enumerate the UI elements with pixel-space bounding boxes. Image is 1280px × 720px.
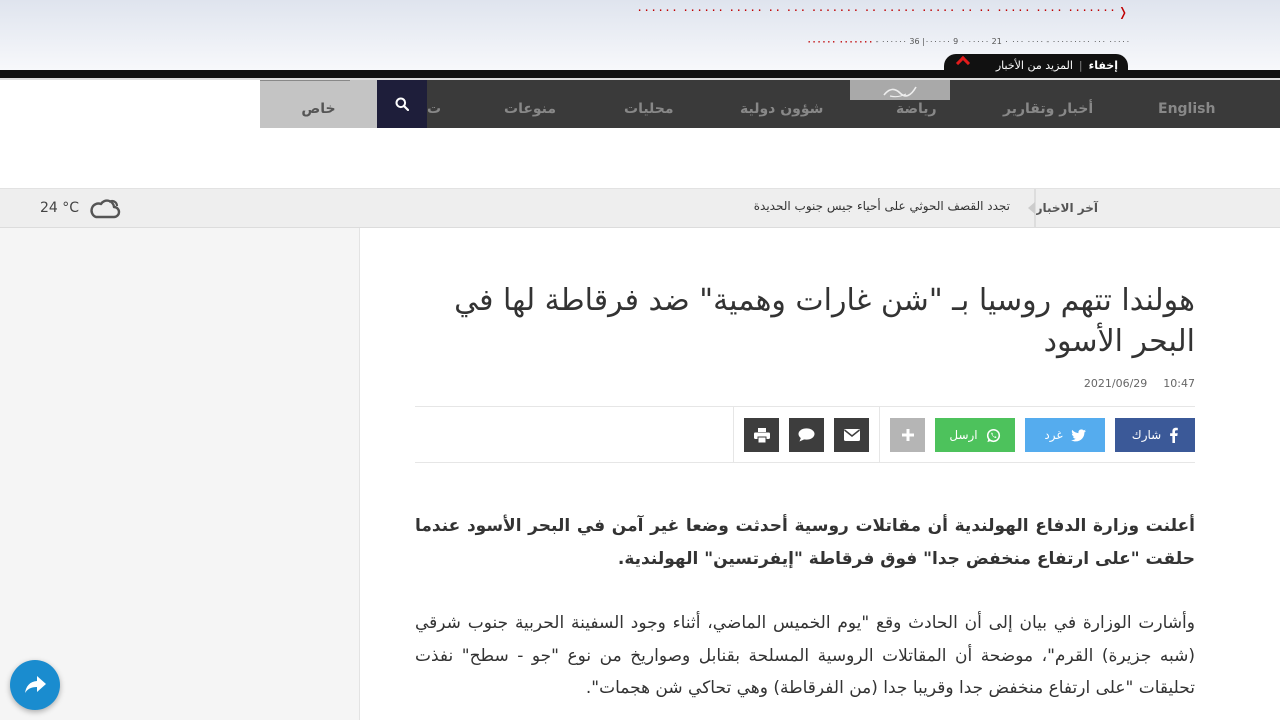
search-button[interactable]: [377, 80, 427, 128]
email-button[interactable]: [834, 418, 869, 452]
comment-icon: [798, 428, 815, 442]
ticker-label: آخر الاخبار: [1035, 201, 1098, 215]
article-date: 2021/06/29: [1083, 377, 1148, 390]
share-separator: [733, 407, 734, 462]
cloud-icon: [90, 199, 121, 219]
share-bar: شارك غرد ارسل: [415, 406, 1195, 463]
breaking-meta: ٠٠٠٠٠ ٠٠٠ ٠٠٠٠٠٠٠٠٠ - ٠٠٠٠ ٠٠٠ ٠ 21 ٠٠٠٠…: [570, 37, 1130, 46]
twitter-share-button[interactable]: غرد: [1025, 418, 1105, 452]
article-title: هولندا تتهم روسيا بـ "شن غارات وهمية" ضد…: [454, 283, 1195, 359]
ticker-headline[interactable]: تجدد القصف الحوثي على أحياء جيس جنوب الح…: [754, 189, 1010, 227]
search-icon: [395, 97, 409, 111]
nav-item-misc[interactable]: منوعات: [504, 80, 556, 128]
breaking-headline[interactable]: ❬ ٠٠٠٠٠٠٠ ٠٠٠٠ ٠٠٠٠٠ ٠٠ ٠٠ ٠٠٠٠٠ ٠٠٠٠٠ ٠…: [596, 3, 1128, 19]
article-lead-paragraph: أعلنت وزارة الدفاع الهولندية أن مقاتلات …: [415, 516, 1195, 569]
nav-top-lines: [260, 80, 350, 82]
whatsapp-share-label: ارسل: [949, 428, 978, 442]
nav-item-english[interactable]: English: [1158, 80, 1215, 128]
chevron-left-icon: ❬: [1117, 5, 1128, 19]
printer-icon: [753, 427, 770, 443]
sidebar: [0, 228, 360, 720]
envelope-icon: [843, 429, 860, 441]
share-separator: [879, 407, 880, 462]
news-ticker: آخر الاخبار تجدد القصف الحوثي على أحياء …: [0, 188, 1280, 228]
nav-item-special[interactable]: خاص: [260, 80, 377, 128]
weather-widget: 24 °C: [40, 196, 121, 220]
article-meta: 2021/06/29 10:47: [1084, 377, 1195, 390]
nav-item-international[interactable]: شؤون دولية: [740, 80, 823, 128]
nav-item-local[interactable]: محليات: [624, 80, 674, 128]
share-arrow-icon: [25, 676, 46, 693]
breaking-headline-text: ٠٠٠٠٠٠٠ ٠٠٠٠ ٠٠٠٠٠ ٠٠ ٠٠ ٠٠٠٠٠ ٠٠٠٠٠ ٠٠ …: [636, 3, 1116, 18]
twitter-share-label: غرد: [1044, 428, 1063, 442]
nav-item-special-label[interactable]: خاص: [301, 101, 335, 117]
nav-item-news-reports[interactable]: أخبار وتقارير: [1003, 80, 1093, 128]
tab-separator: |: [1078, 58, 1083, 72]
whatsapp-share-button[interactable]: ارسل: [935, 418, 1015, 452]
facebook-icon: [1170, 427, 1179, 443]
plus-icon: [901, 429, 914, 441]
comment-button[interactable]: [789, 418, 824, 452]
facebook-share-button[interactable]: شارك: [1115, 418, 1195, 452]
more-news-label[interactable]: المزيد من الأخبار: [996, 59, 1073, 72]
hide-button[interactable]: إخفاء: [1089, 59, 1118, 72]
more-news-tab[interactable]: المزيد من الأخبار | إخفاء: [944, 54, 1128, 76]
facebook-share-label: شارك: [1131, 428, 1162, 442]
nav-item-truncated[interactable]: ت: [427, 80, 441, 128]
twitter-icon: [1070, 428, 1086, 441]
weather-temperature: 24 °C: [40, 200, 80, 216]
print-button[interactable]: [744, 418, 779, 452]
nav-item-sports[interactable]: رياضة: [896, 80, 937, 128]
article-time: 10:47: [1163, 377, 1195, 390]
whatsapp-icon: [986, 428, 1000, 442]
breaking-meta-highlight: ٠٠٠٠٠٠٠ ٠٠٠٠٠٠: [806, 37, 874, 46]
floating-share-button[interactable]: [10, 660, 60, 710]
chevron-up-icon[interactable]: [955, 55, 971, 71]
article-paragraph: وأشارت الوزارة في بيان إلى أن الحادث وقع…: [415, 613, 1195, 698]
main-nav: خاص English أخبار وتقارير رياضة شؤون دول…: [260, 80, 1280, 128]
more-share-button[interactable]: [890, 418, 925, 452]
ticker-arrow-icon: [1028, 202, 1035, 214]
breaking-meta-text: ٠٠٠٠٠ ٠٠٠ ٠٠٠٠٠٠٠٠٠ - ٠٠٠٠ ٠٠٠ ٠ 21 ٠٠٠٠…: [875, 37, 1130, 46]
